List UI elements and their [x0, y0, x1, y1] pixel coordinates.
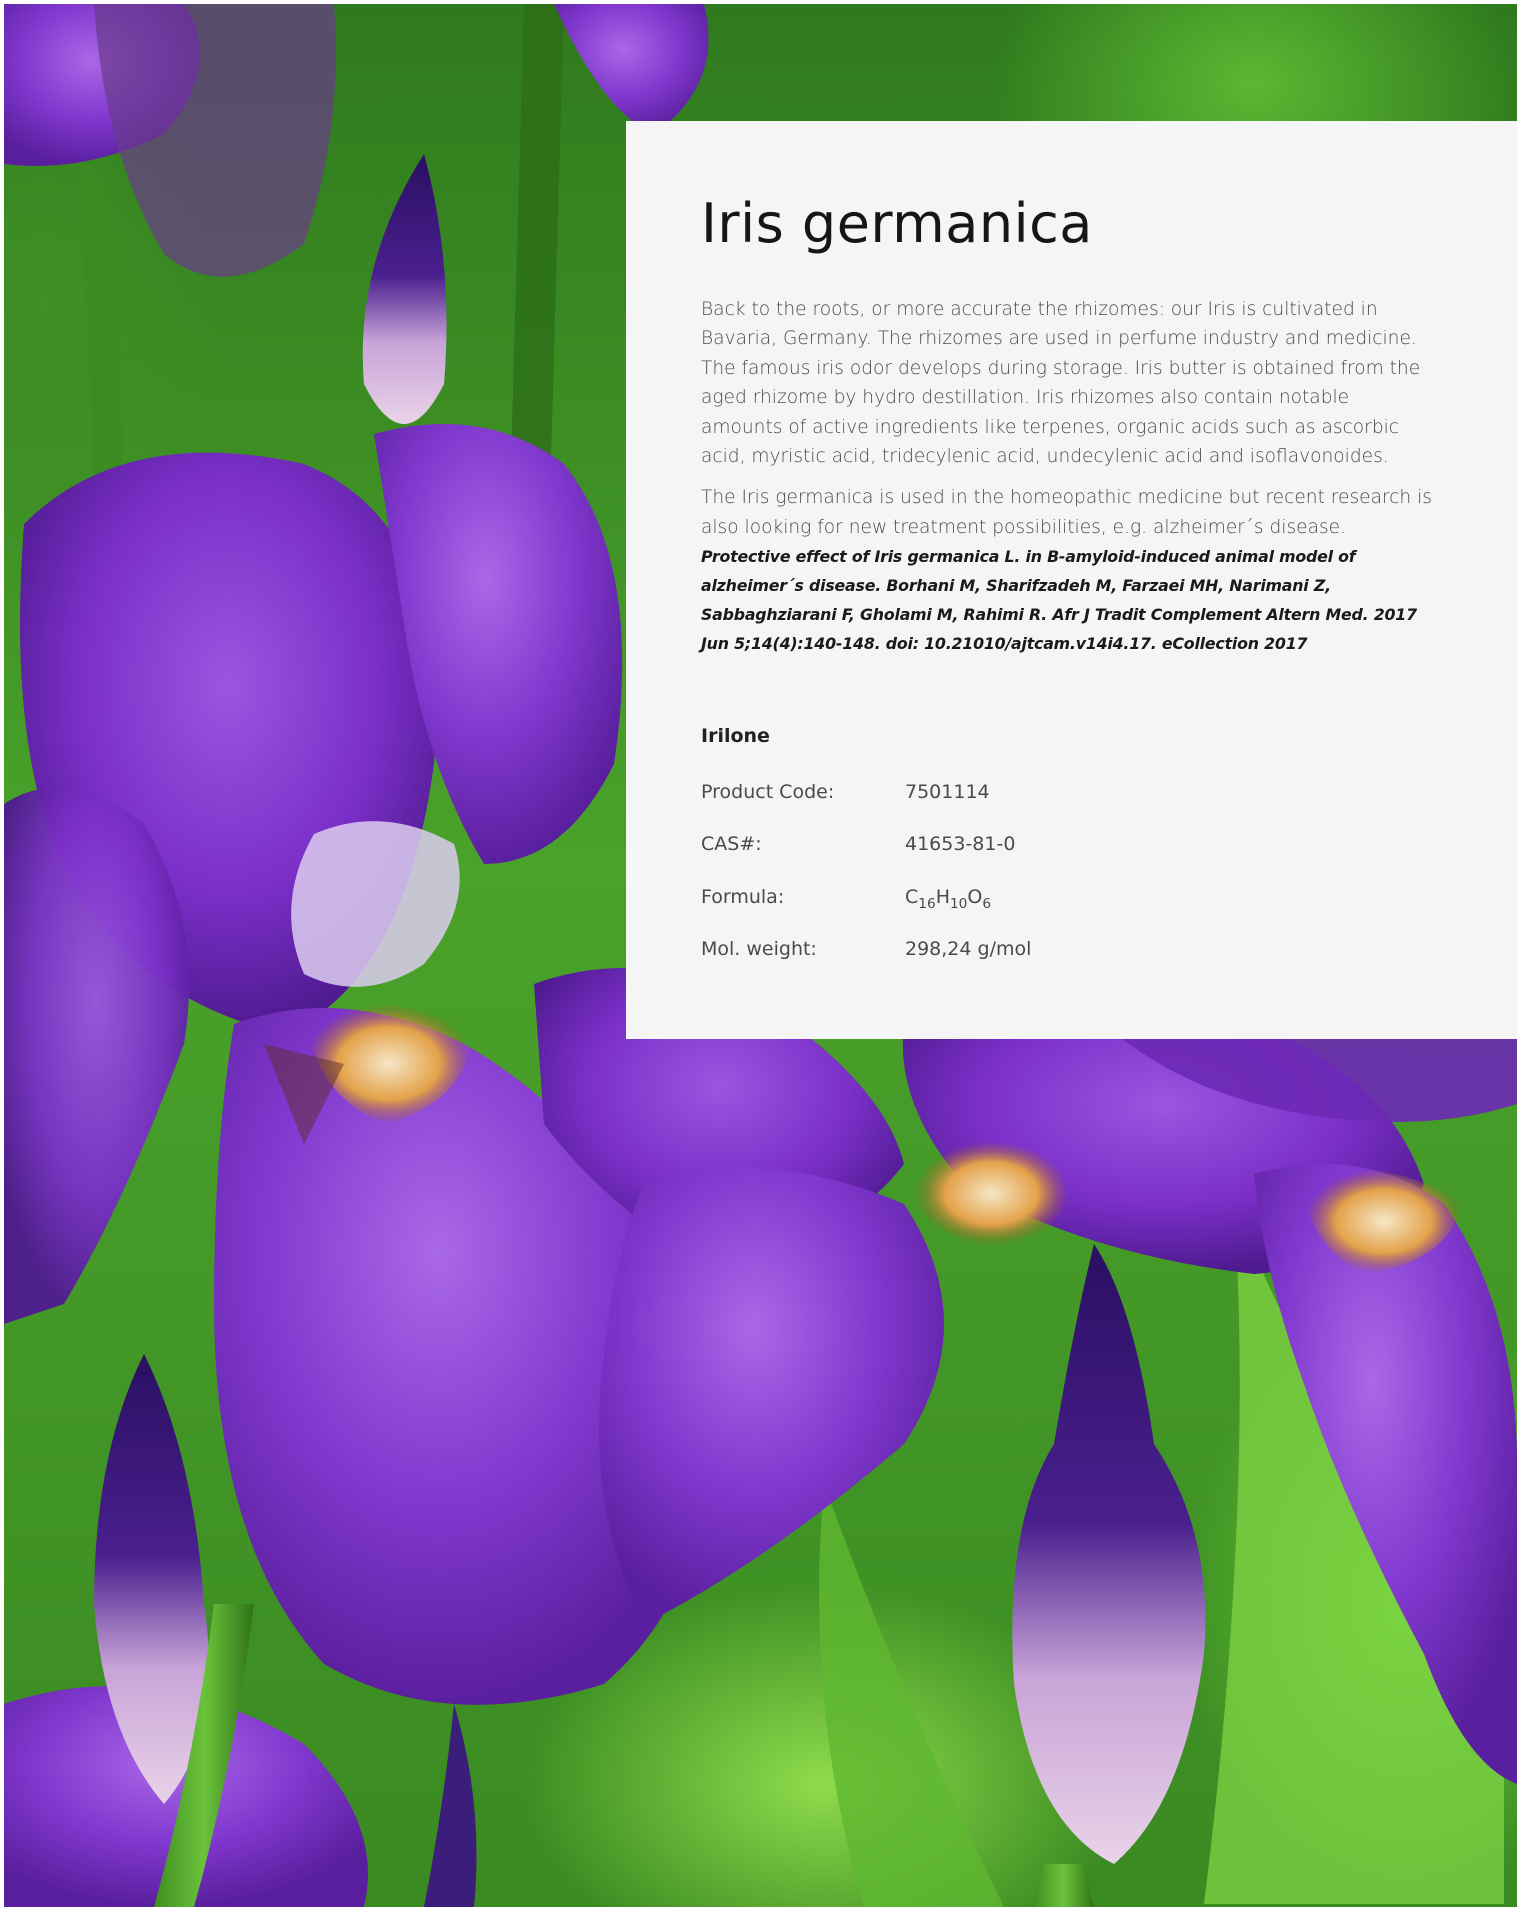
compound-name: Irilone: [701, 725, 770, 748]
formula-carbon: C: [905, 885, 919, 908]
product-info-card: Iris germanica Back to the roots, or mor…: [626, 121, 1517, 1039]
cas-label: CAS#:: [701, 833, 762, 855]
formula-value: C16H10O6: [905, 885, 992, 912]
formula-oxygen-count: 6: [982, 895, 992, 912]
cas-value: 41653-81-0: [905, 833, 1016, 855]
mol-weight-label: Mol. weight:: [701, 938, 817, 960]
description-paragraph: Back to the roots, or more accurate the …: [701, 299, 1421, 468]
formula-oxygen: O: [967, 885, 983, 908]
citation-text: Protective effect of Iris germanica L. i…: [701, 547, 1417, 654]
spec-row-mol-weight: Mol. weight: 298,24 g/mol: [701, 923, 1436, 976]
mol-weight-value: 298,24 g/mol: [905, 938, 1032, 960]
spec-row-cas: CAS#: 41653-81-0: [701, 818, 1436, 871]
formula-carbon-count: 16: [918, 895, 936, 912]
product-info-content: Iris germanica Back to the roots, or mor…: [701, 189, 1436, 975]
formula-label: Formula:: [701, 885, 785, 908]
formula-hydrogen: H: [935, 885, 950, 908]
spec-row-product-code: Product Code: 7501114: [701, 765, 1436, 818]
product-title: Iris germanica: [701, 192, 1093, 255]
product-code-label: Product Code:: [701, 780, 835, 803]
formula-hydrogen-count: 10: [949, 895, 968, 912]
compound-specs-table: Product Code: 7501114 CAS#: 41653-81-0 F…: [701, 765, 1436, 975]
spec-row-formula: Formula: C16H10O6: [701, 870, 1436, 923]
product-code-value: 7501114: [905, 780, 990, 803]
research-paragraph: The Iris germanica is used in the homeop…: [701, 487, 1432, 538]
